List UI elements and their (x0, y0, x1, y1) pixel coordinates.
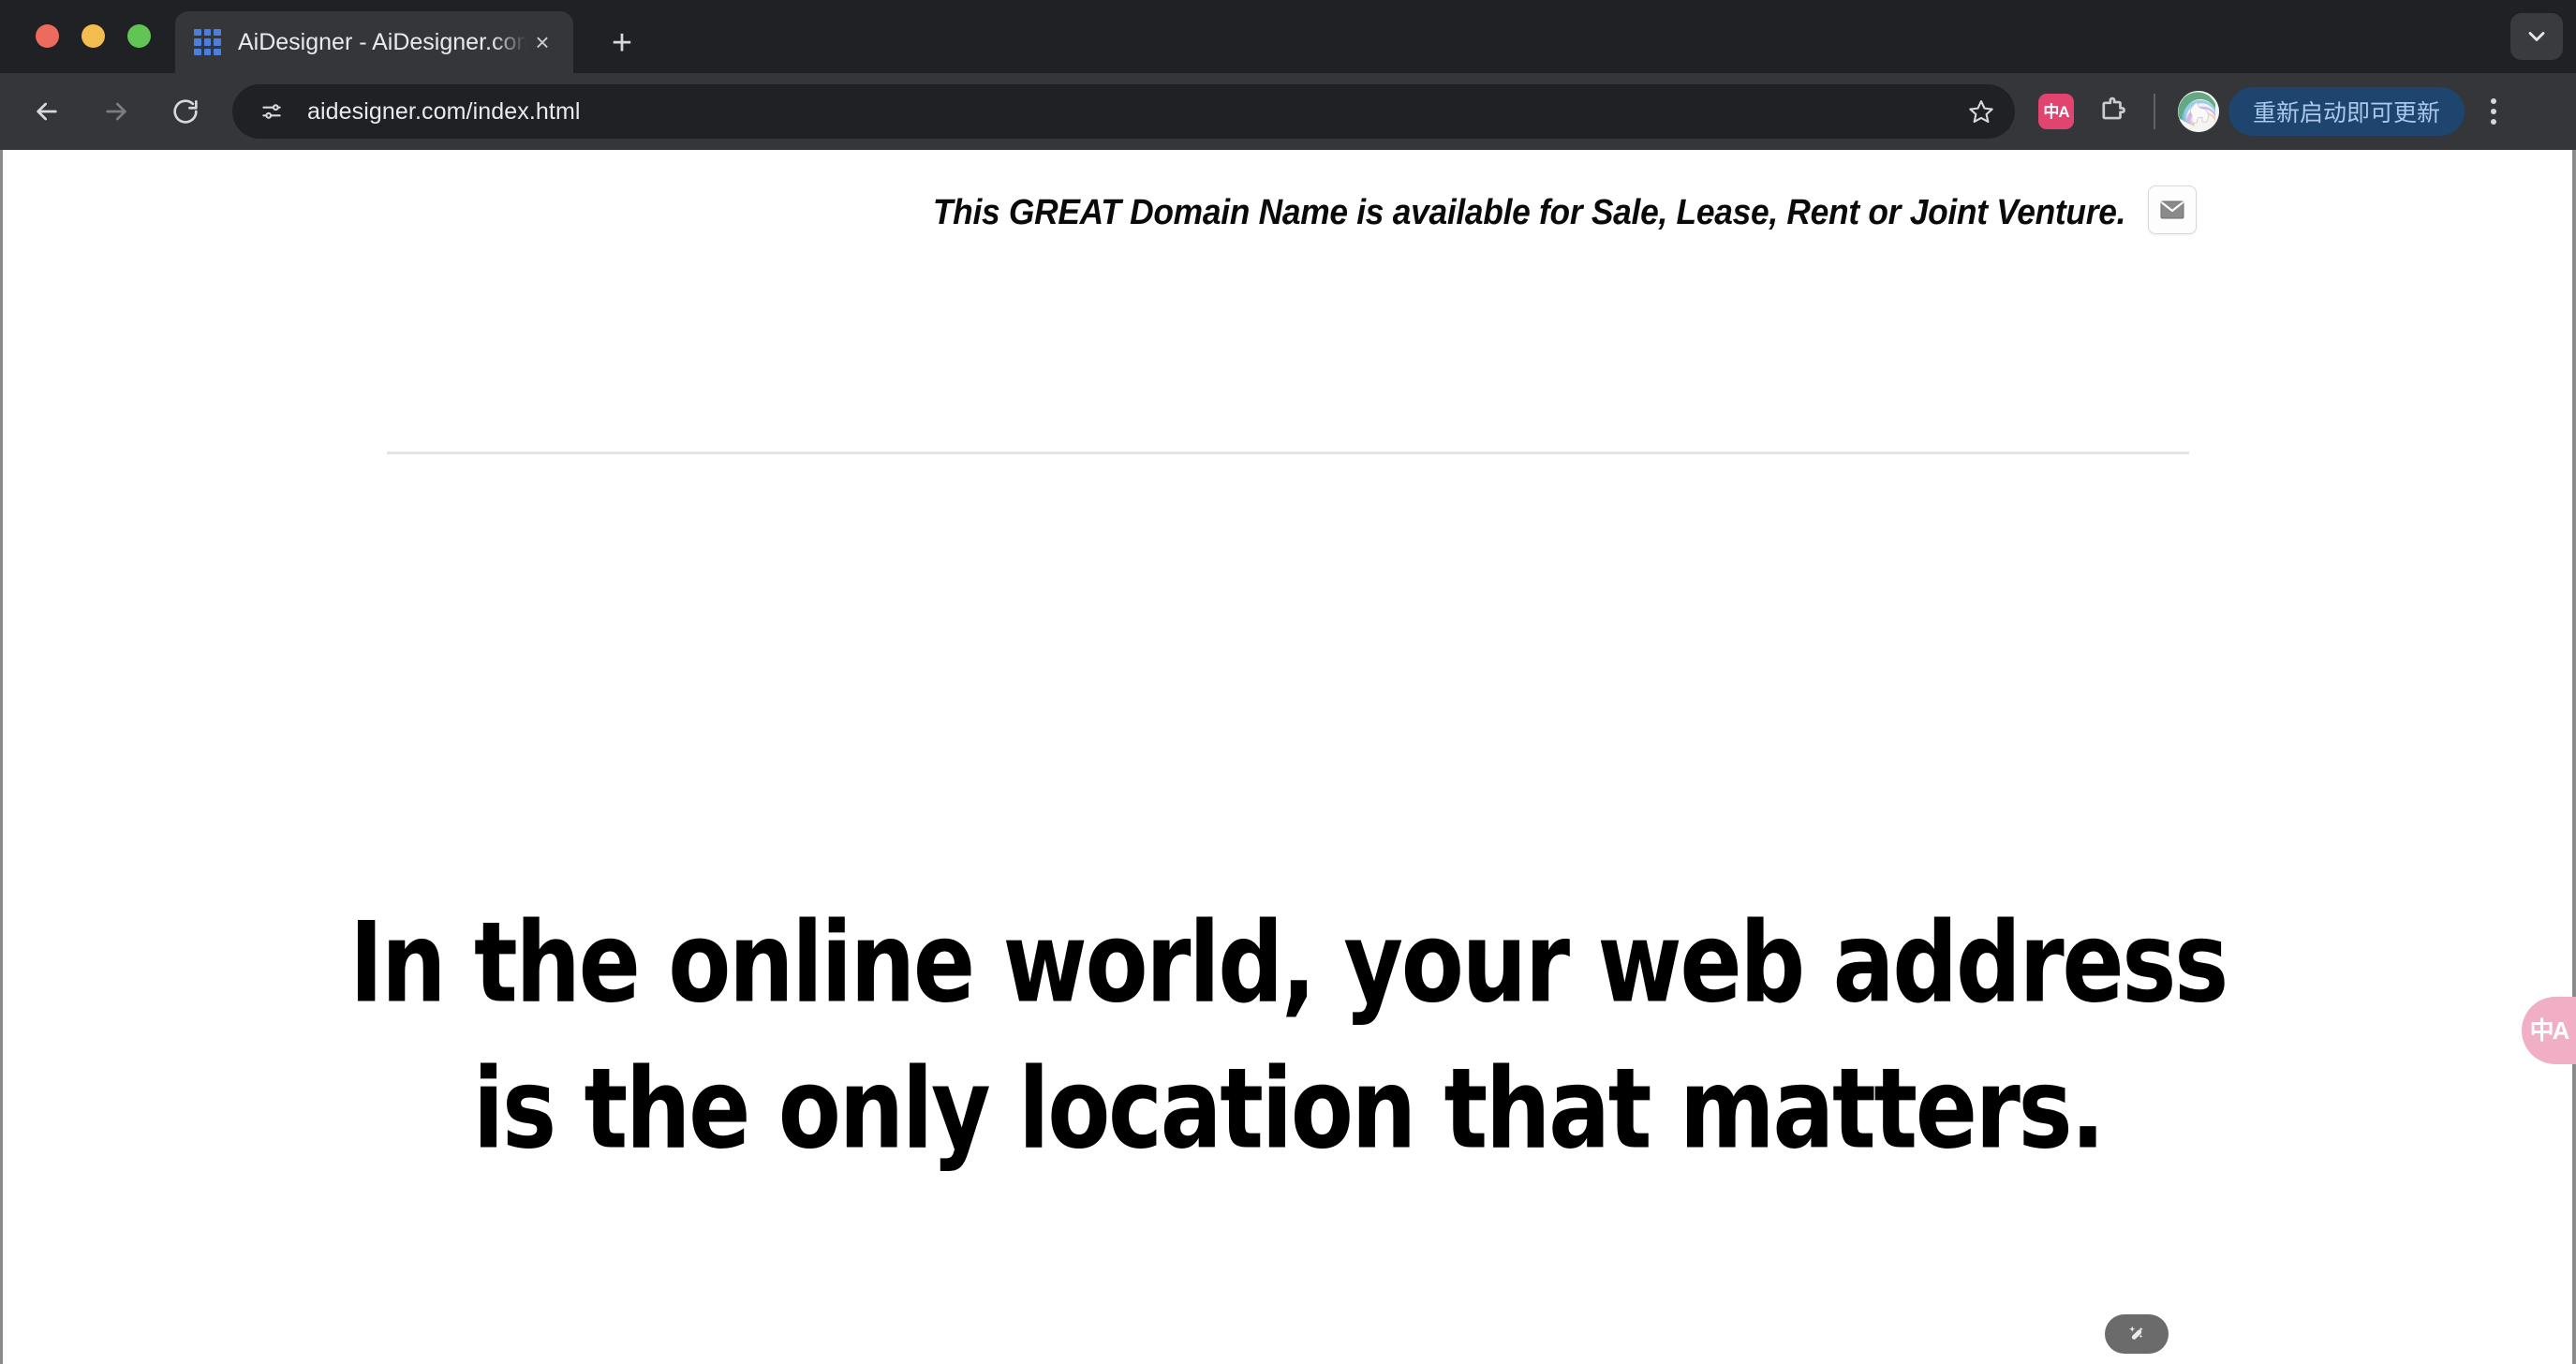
toolbar-divider (2154, 94, 2155, 129)
page-title: In the online world, your web address is… (78, 890, 2499, 1183)
tab-title: AiDesigner - AiDesigner.com (238, 28, 526, 55)
chevron-down-icon (2528, 32, 2545, 41)
minimize-window-button[interactable] (81, 24, 105, 48)
translate-icon: 中A (2038, 94, 2074, 129)
profile-avatar[interactable] (2178, 91, 2219, 132)
grid-icon (194, 28, 221, 56)
hero-section: In the online world, your web address is… (0, 890, 2576, 1175)
tab-search-button[interactable] (2510, 13, 2563, 60)
address-bar[interactable]: aidesigner.com/index.html (232, 84, 2015, 139)
page-viewport: This GREAT Domain Name is available for … (0, 150, 2576, 1364)
reload-button[interactable] (159, 85, 212, 138)
banner-headline: This GREAT Domain Name is available for … (932, 193, 2126, 232)
update-button[interactable]: 重新启动即可更新 (2228, 87, 2465, 136)
header-divider (387, 452, 2189, 454)
back-button[interactable] (21, 85, 73, 138)
magic-wand-button[interactable] (2105, 1314, 2169, 1354)
tab-strip: AiDesigner - AiDesigner.com × + (0, 0, 2576, 73)
contact-mail-button[interactable] (2148, 185, 2197, 234)
hero-line-2: is the only location that matters. (472, 1044, 2106, 1175)
site-settings-icon[interactable] (253, 93, 290, 130)
mail-icon (2160, 200, 2184, 219)
close-icon[interactable]: × (526, 26, 558, 58)
browser-tab[interactable]: AiDesigner - AiDesigner.com × (175, 11, 573, 73)
magic-wand-icon (2129, 1326, 2143, 1340)
star-icon (1969, 99, 1993, 124)
window-controls (36, 24, 151, 48)
url-text[interactable]: aidesigner.com/index.html (307, 98, 581, 126)
hero-line-1: In the online world, your web address (349, 897, 2228, 1029)
forward-button[interactable] (90, 85, 142, 138)
reload-icon (173, 99, 198, 124)
extensions-button[interactable] (2084, 85, 2140, 138)
browser-toolbar: aidesigner.com/index.html 中A 重新启动即可更新 (0, 73, 2576, 150)
translate-button[interactable]: 中A (2028, 85, 2084, 138)
puzzle-piece-icon (2102, 96, 2125, 120)
browser-window: AiDesigner - AiDesigner.com × + aidesign… (0, 0, 2576, 1364)
new-tab-button[interactable]: + (600, 21, 644, 66)
site-banner: This GREAT Domain Name is available for … (387, 170, 2197, 274)
bookmark-button[interactable] (1961, 91, 2002, 132)
back-arrow-icon (37, 102, 57, 121)
maximize-window-button[interactable] (127, 24, 151, 48)
three-dot-menu-icon[interactable] (2468, 86, 2519, 137)
toolbar-actions: 中A 重新启动即可更新 (2028, 85, 2528, 138)
close-window-button[interactable] (36, 24, 59, 48)
forward-arrow-icon (106, 102, 126, 121)
translate-icon: 中A (2529, 1016, 2570, 1045)
page-content: This GREAT Domain Name is available for … (0, 150, 2576, 1364)
avatar (2178, 91, 2219, 132)
